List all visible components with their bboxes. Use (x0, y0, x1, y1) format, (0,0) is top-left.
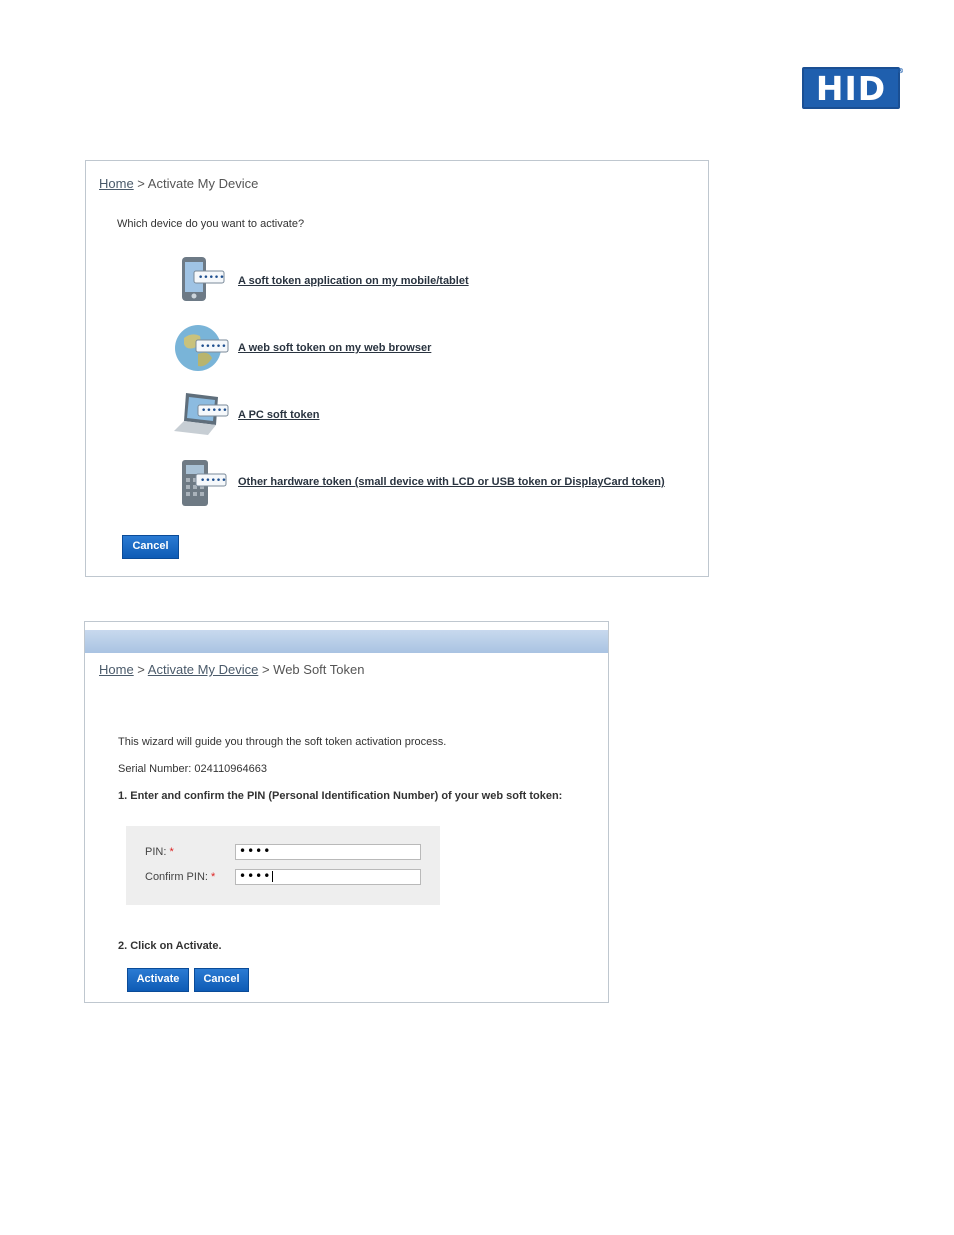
step-2-instruction: 2. Click on Activate. (118, 940, 222, 952)
cancel-button[interactable]: Cancel (194, 968, 249, 992)
breadcrumb-current: Activate My Device (147, 176, 259, 191)
header-bar (85, 630, 608, 653)
web-soft-token-panel: Home > Activate My Device > Web Soft Tok… (84, 621, 609, 1003)
required-mark: * (211, 871, 216, 883)
serial-number: Serial Number: 024110964663 (118, 763, 268, 775)
svg-text:•••••: ••••• (201, 406, 228, 416)
breadcrumb-current: Web Soft Token (273, 662, 365, 677)
hid-logo-text: HID (815, 68, 887, 108)
breadcrumb-home-link[interactable]: Home (99, 662, 134, 677)
pin-label: PIN: * (145, 846, 174, 858)
pin-input[interactable]: •••• (235, 844, 421, 860)
confirm-pin-label: Confirm PIN: * (145, 871, 215, 883)
breadcrumb-separator: > (133, 176, 148, 191)
option-pc-link[interactable]: A PC soft token (238, 409, 320, 421)
breadcrumb: Home > Activate My Device (99, 176, 258, 191)
text-caret (272, 871, 274, 882)
hardware-token-icon: ••••• (182, 460, 227, 506)
laptop-icon: ••••• (174, 393, 229, 435)
pin-input-value: •••• (239, 844, 272, 858)
option-hardware-link[interactable]: Other hardware token (small device with … (238, 476, 665, 488)
required-mark: * (169, 846, 174, 858)
option-pc[interactable]: ••••• A PC soft token (172, 387, 692, 443)
pin-form: PIN: * •••• Confirm PIN: * •••• (126, 826, 440, 905)
breadcrumb: Home > Activate My Device > Web Soft Tok… (99, 662, 364, 677)
confirm-pin-input-value: •••• (239, 869, 272, 883)
breadcrumb-activate-link[interactable]: Activate My Device (148, 662, 259, 677)
svg-text:•••••: ••••• (198, 273, 225, 283)
option-hardware[interactable]: ••••• Other hardware token (small device… (172, 454, 692, 510)
svg-text:•••••: ••••• (200, 476, 227, 486)
step-1-instruction: 1. Enter and confirm the PIN (Personal I… (118, 790, 563, 802)
mobile-phone-icon: ••••• (182, 257, 225, 301)
option-mobile-link[interactable]: A soft token application on my mobile/ta… (238, 275, 469, 287)
wizard-intro: This wizard will guide you through the s… (118, 736, 447, 748)
activate-button[interactable]: Activate (127, 968, 189, 992)
activate-device-panel: Home > Activate My Device Which device d… (85, 160, 709, 577)
option-web[interactable]: ••••• A web soft token on my web browser (172, 320, 692, 376)
svg-text:•••••: ••••• (200, 342, 227, 352)
device-question: Which device do you want to activate? (117, 218, 305, 230)
confirm-pin-label-text: Confirm PIN: (145, 871, 208, 883)
breadcrumb-home-link[interactable]: Home (99, 176, 134, 191)
registered-mark: ® (897, 67, 905, 75)
breadcrumb-separator: > (258, 662, 274, 677)
pin-label-text: PIN: (145, 846, 167, 858)
confirm-pin-input[interactable]: •••• (235, 869, 421, 885)
globe-icon: ••••• (175, 325, 229, 371)
option-mobile[interactable]: ••••• A soft token application on my mob… (172, 253, 692, 309)
option-web-link[interactable]: A web soft token on my web browser (238, 342, 431, 354)
hid-logo: HID ® (802, 67, 904, 109)
cancel-button[interactable]: Cancel (122, 535, 179, 559)
breadcrumb-separator: > (133, 662, 148, 677)
